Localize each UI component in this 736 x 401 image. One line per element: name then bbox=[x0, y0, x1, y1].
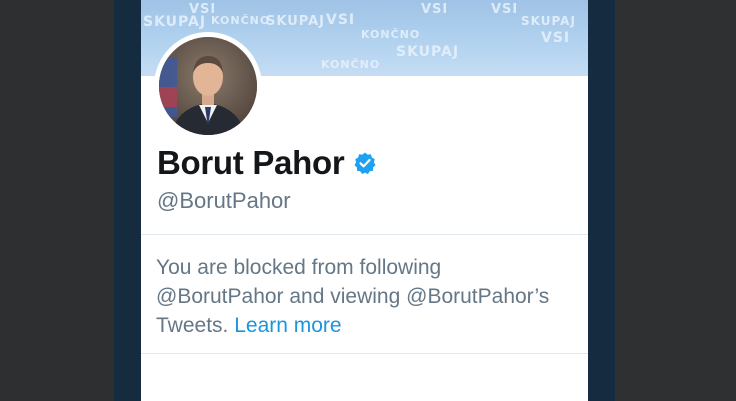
divider-bottom bbox=[141, 353, 588, 354]
blocked-notice: You are blocked from following @BorutPah… bbox=[156, 253, 576, 340]
banner-text: VSI bbox=[541, 30, 571, 46]
background-left bbox=[0, 0, 114, 401]
banner-text: SKUPAJ bbox=[521, 14, 576, 28]
profile-name-row: Borut Pahor bbox=[157, 143, 377, 183]
blocked-notice-line: Tweets. Learn more bbox=[156, 311, 576, 340]
divider-top bbox=[141, 234, 588, 235]
banner-text: VSI bbox=[326, 12, 356, 28]
banner-text: VSI bbox=[421, 2, 449, 17]
frame-left bbox=[114, 0, 141, 401]
profile-panel: VSI SKUPAJ KONČNO VSI SKUPAJ VSI KONČNO … bbox=[141, 0, 588, 401]
banner-text: KONČNO bbox=[361, 28, 421, 41]
banner-text: KONČNO bbox=[211, 14, 271, 27]
blocked-notice-line: @BorutPahor and viewing @BorutPahor’s bbox=[156, 285, 550, 308]
blocked-notice-line: You are blocked from following bbox=[156, 256, 442, 279]
banner-text: VSI bbox=[491, 2, 519, 17]
banner-text: SKUPAJ bbox=[266, 14, 325, 29]
avatar-portrait bbox=[159, 37, 257, 135]
banner-text: SKUPAJ bbox=[396, 44, 460, 60]
frame-right bbox=[588, 0, 615, 401]
banner-text: SKUPAJ bbox=[143, 14, 207, 30]
profile-name: Borut Pahor bbox=[157, 144, 345, 181]
learn-more-link[interactable]: Learn more bbox=[234, 314, 341, 337]
avatar[interactable] bbox=[159, 37, 257, 135]
profile-handle: @BorutPahor bbox=[157, 188, 291, 213]
banner-text: KONČNO bbox=[321, 58, 381, 71]
background-right bbox=[615, 0, 736, 401]
blocked-notice-tweets: Tweets. bbox=[156, 314, 229, 337]
verified-badge-icon bbox=[354, 152, 376, 174]
